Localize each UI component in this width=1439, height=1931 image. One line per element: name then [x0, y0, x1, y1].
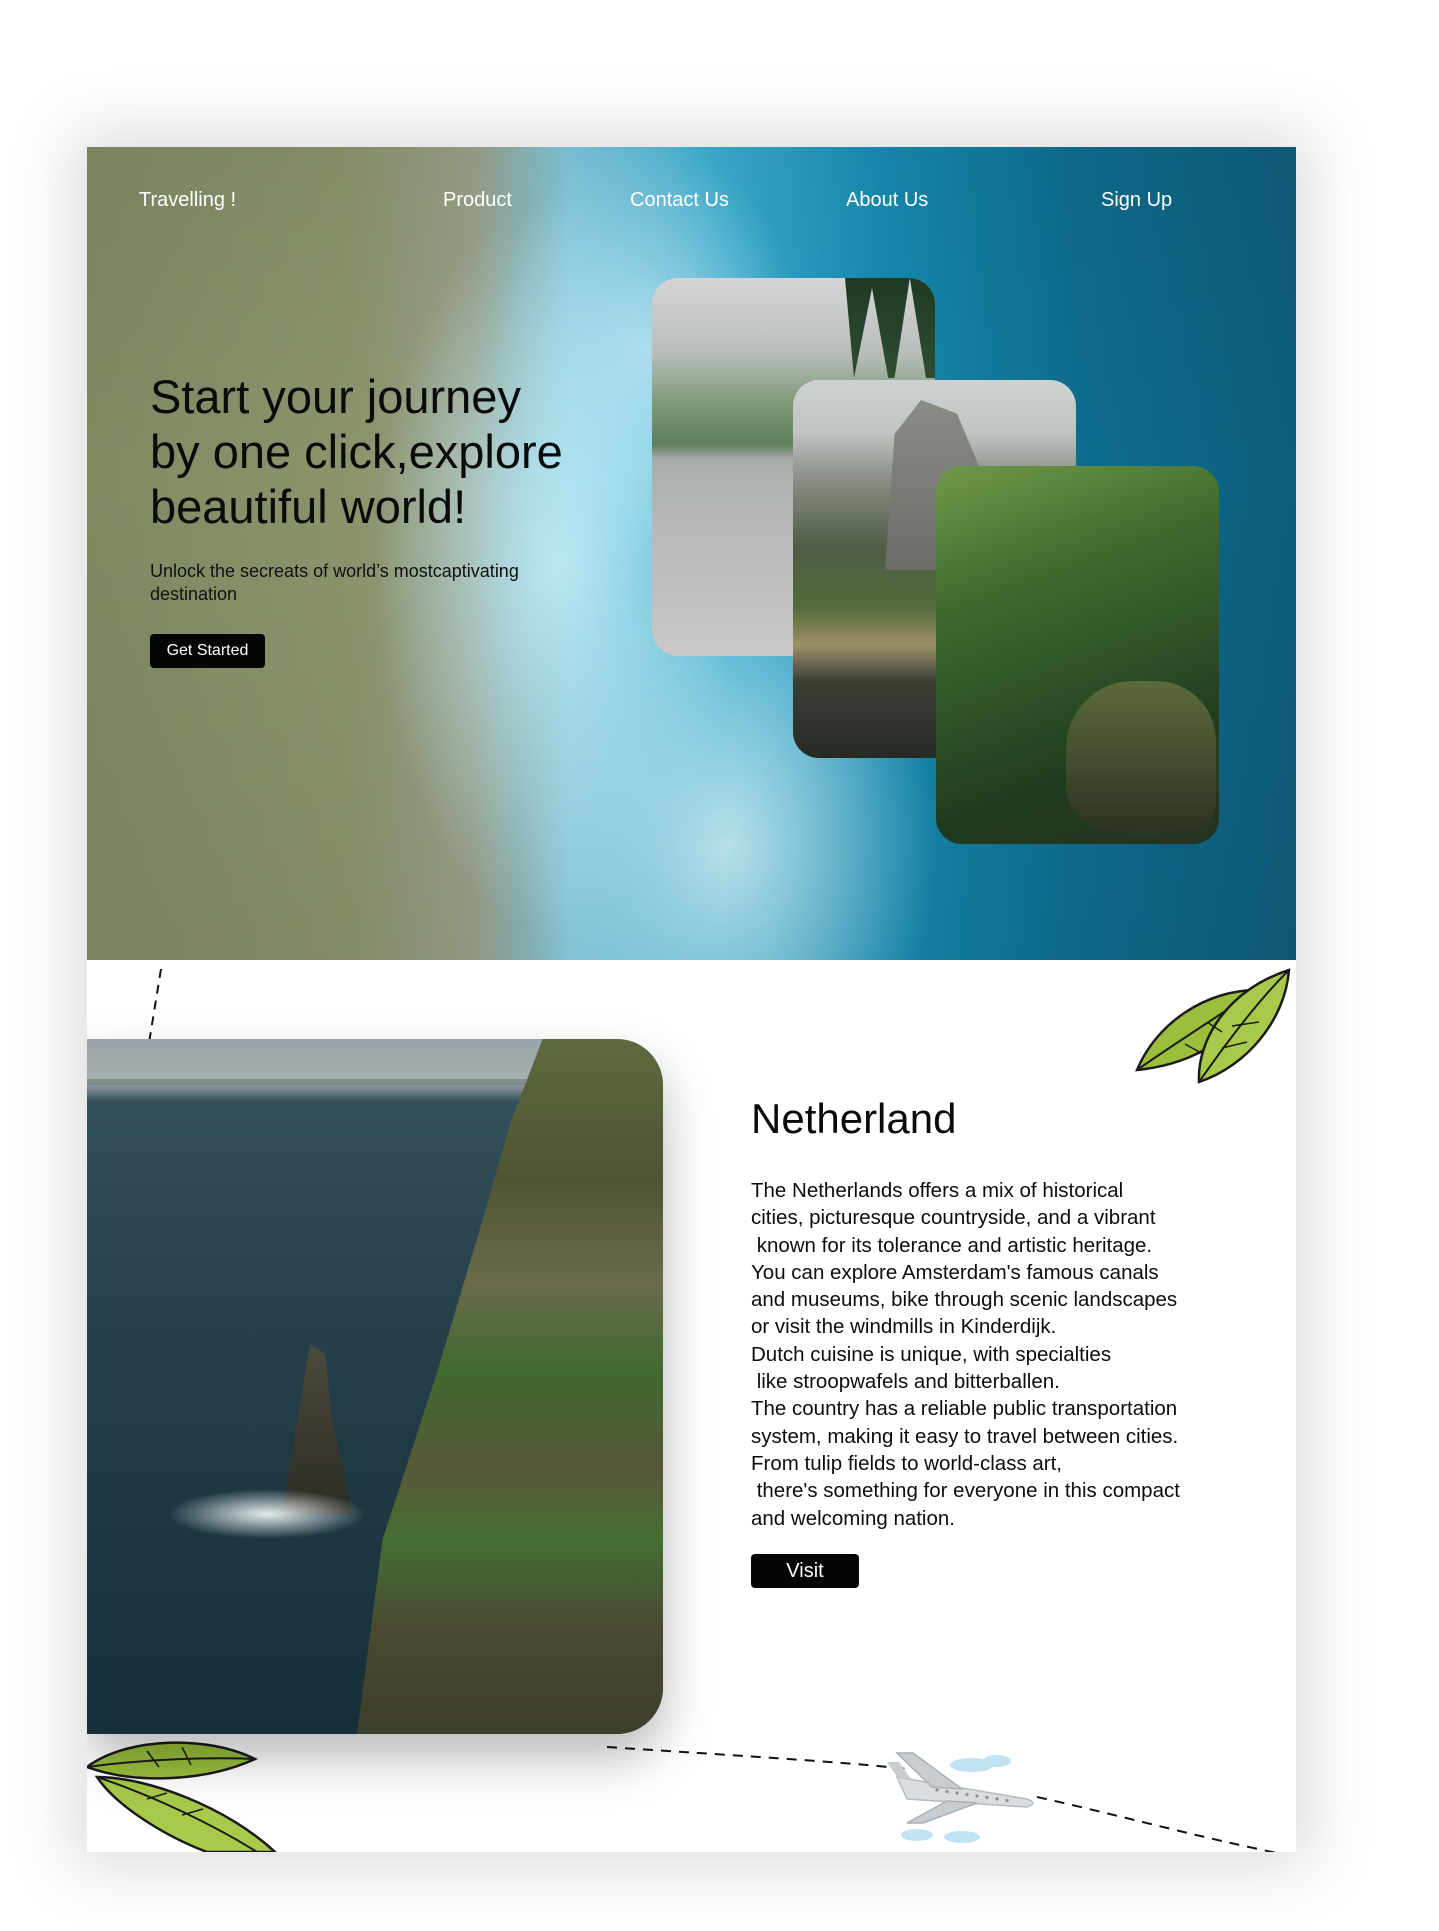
hero-title-line: beautiful world! [150, 480, 467, 533]
brand-logo-link[interactable]: Travelling ! [139, 189, 236, 212]
description-line: cities, picturesque countryside, and a v… [751, 1206, 1156, 1230]
description-line: and museums, bike through scenic landsca… [751, 1288, 1178, 1312]
description-line: system, making it easy to travel between… [751, 1424, 1179, 1448]
dashed-path-decoration [148, 968, 162, 1044]
description-line: and welcoming nation. [751, 1506, 955, 1530]
nav-product[interactable]: Product [443, 189, 512, 212]
hero-title-line: Start your journey [150, 370, 521, 423]
leaf-icon [87, 1741, 277, 1852]
description-line: like stroopwafels and bitterballen. [751, 1370, 1060, 1394]
nav-about-us[interactable]: About Us [846, 189, 928, 212]
description-line: known for its tolerance and artistic her… [751, 1233, 1153, 1257]
wave-foam [167, 1489, 367, 1539]
hero-section: Travelling ! Product Contact Us About Us… [87, 147, 1296, 960]
description-line: The Netherlands offers a mix of historic… [751, 1179, 1124, 1202]
hero-title-line: by one click,explore [150, 425, 563, 478]
description-line: Dutch cuisine is unique, with specialtie… [751, 1342, 1112, 1366]
description-line: or visit the windmills in Kinderdijk. [751, 1315, 1057, 1339]
hero-title: Start your journey by one click,explore … [150, 369, 620, 534]
flight-path-decoration [607, 1746, 1278, 1852]
pine-trees [845, 278, 935, 378]
destination-description: The Netherlands offers a mix of historic… [751, 1177, 1271, 1532]
forest-trail-photo [936, 466, 1219, 844]
cliff-face [357, 1039, 663, 1734]
description-line: You can explore Amsterdam's famous canal… [751, 1260, 1159, 1284]
description-line: From tulip fields to world-class art, [751, 1451, 1063, 1475]
leaf-icon [1135, 968, 1291, 1084]
mossy-rock [1066, 681, 1216, 831]
airplane-icon [887, 1752, 1034, 1843]
hero-subtitle: Unlock the secreats of world’s mostcapti… [150, 561, 519, 604]
description-line: The country has a reliable public transp… [751, 1397, 1178, 1421]
nav-contact-us[interactable]: Contact Us [630, 189, 729, 212]
get-started-button[interactable]: Get Started [150, 634, 265, 668]
visit-button[interactable]: Visit [751, 1554, 859, 1588]
description-line: there's something for everyone in this c… [751, 1479, 1180, 1503]
nav-sign-up[interactable]: Sign Up [1101, 189, 1172, 212]
destination-title: Netherland [751, 1095, 957, 1142]
sea-cliffs-photo [87, 1039, 663, 1734]
landing-page: Travelling ! Product Contact Us About Us… [87, 147, 1296, 1852]
